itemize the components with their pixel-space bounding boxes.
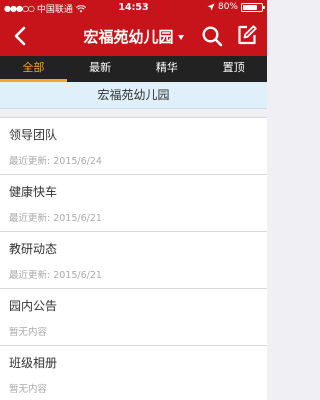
compose-button[interactable] (236, 24, 258, 46)
item-title: 园内公告 (9, 299, 58, 313)
location-arrow-icon (207, 3, 215, 11)
battery-percent: 80% (217, 2, 238, 12)
search-button[interactable] (201, 25, 223, 47)
item-subtitle: 暂无内容 (9, 384, 48, 395)
battery-icon (241, 2, 265, 12)
list-item[interactable]: 园内公告 暂无内容 (0, 289, 267, 346)
list-item[interactable]: 班级相册 暂无内容 (0, 346, 267, 400)
item-title: 教研动态 (9, 242, 58, 256)
item-subtitle: 最近更新: 2015/6/21 (9, 213, 102, 224)
tab-all[interactable]: 全部 (0, 56, 67, 82)
group-header: 宏福苑幼儿园 (0, 82, 267, 109)
tab-latest[interactable]: 最新 (67, 56, 134, 82)
caret-down-icon (177, 35, 184, 40)
item-subtitle: 暂无内容 (9, 327, 48, 338)
edit-icon (238, 25, 257, 45)
status-right: 80% (207, 2, 265, 12)
search-icon (202, 26, 223, 47)
category-list: 领导团队 最近更新: 2015/6/24 健康快车 最近更新: 2015/6/2… (0, 117, 267, 400)
page-title-dropdown[interactable]: 宏福苑幼儿园 (0, 26, 267, 47)
tab-bar: 全部 最新 精华 置顶 (0, 56, 267, 82)
item-subtitle: 最近更新: 2015/6/21 (9, 270, 102, 281)
list-item[interactable]: 领导团队 最近更新: 2015/6/24 (0, 118, 267, 175)
item-subtitle: 最近更新: 2015/6/24 (9, 156, 102, 167)
tab-pinned[interactable]: 置顶 (200, 56, 267, 82)
page-title: 宏福苑幼儿园 (83, 28, 174, 46)
item-title: 领导团队 (9, 128, 58, 142)
status-bar: ●●●○○ 中国联通 14:53 80% (0, 0, 267, 16)
item-title: 班级相册 (9, 356, 58, 370)
item-title: 健康快车 (9, 185, 58, 199)
list-item[interactable]: 教研动态 最近更新: 2015/6/21 (0, 232, 267, 289)
list-item[interactable]: 健康快车 最近更新: 2015/6/21 (0, 175, 267, 232)
battery-level (243, 4, 258, 10)
nav-bar: 宏福苑幼儿园 (0, 16, 267, 56)
tab-featured[interactable]: 精华 (134, 56, 201, 82)
